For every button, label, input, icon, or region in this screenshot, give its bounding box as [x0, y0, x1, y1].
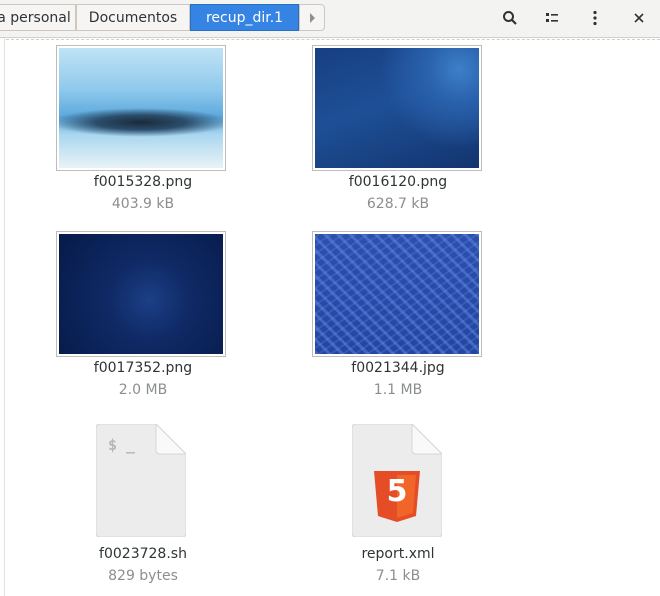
view-options-button[interactable] — [537, 4, 567, 31]
breadcrumb-home[interactable]: a personal — [0, 4, 76, 31]
file-name[interactable]: f0015328.png — [43, 174, 243, 190]
file-name[interactable]: f0023728.sh — [43, 546, 243, 562]
file-name[interactable]: report.xml — [298, 546, 498, 562]
header-bar: a personal Documentos recup_dir.1 — [0, 0, 660, 38]
file-name[interactable]: f0017352.png — [43, 360, 243, 376]
breadcrumb-forward-button[interactable] — [299, 4, 325, 31]
html-file-icon[interactable]: 5 — [351, 422, 444, 538]
file-size: 403.9 kB — [111, 196, 175, 212]
file-size: 628.7 kB — [366, 196, 430, 212]
menu-button[interactable] — [580, 4, 610, 31]
search-icon — [503, 10, 517, 25]
chevron-right-icon — [309, 13, 315, 23]
html5-logo-icon: 5 — [386, 474, 408, 509]
file-thumbnail[interactable] — [56, 45, 226, 171]
file-size: 1.1 MB — [373, 382, 423, 398]
terminal-glyph: $ _ — [108, 436, 136, 454]
view-options-icon — [546, 12, 558, 22]
sidebar-border — [4, 38, 5, 596]
close-button[interactable] — [624, 4, 654, 31]
file-name[interactable]: f0016120.png — [298, 174, 498, 190]
file-thumbnail[interactable] — [312, 45, 482, 171]
file-thumbnail[interactable] — [56, 231, 226, 357]
kebab-menu-icon — [593, 10, 597, 25]
file-size: 829 bytes — [108, 568, 178, 584]
breadcrumb-documentos[interactable]: Documentos — [76, 4, 190, 31]
file-thumbnail[interactable] — [312, 231, 482, 357]
drop-target-outline — [6, 39, 660, 40]
file-size: 2.0 MB — [118, 382, 168, 398]
file-size: 7.1 kB — [375, 568, 421, 584]
script-file-icon[interactable]: $ _ — [95, 422, 188, 538]
search-button[interactable] — [495, 4, 525, 31]
breadcrumb-recup-dir[interactable]: recup_dir.1 — [190, 4, 299, 31]
file-name[interactable]: f0021344.jpg — [298, 360, 498, 376]
close-icon — [634, 12, 644, 23]
